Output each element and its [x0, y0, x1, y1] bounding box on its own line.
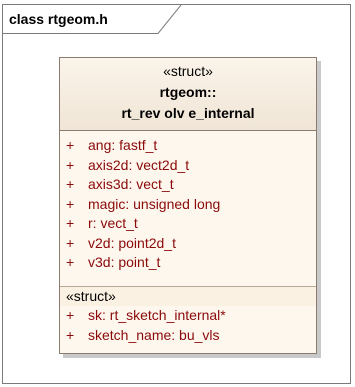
class-namespace: rtgeom:: — [159, 84, 217, 100]
attribute-text: v3d: point_t — [88, 254, 161, 270]
attribute-text: r: vect_t — [88, 215, 138, 231]
visibility-marker: + — [66, 307, 75, 323]
attribute-row: + r: vect_t — [60, 214, 316, 234]
attribute-row: + ang: fastf_t — [60, 136, 316, 156]
visibility-marker: + — [66, 215, 75, 231]
attribute-row: + axis2d: vect2d_t — [60, 156, 316, 176]
frame-title: class rtgeom.h — [9, 11, 108, 27]
visibility-marker: + — [66, 234, 75, 251]
attribute-text: axis2d: vect2d_t — [88, 156, 190, 173]
visibility-marker: + — [66, 176, 75, 192]
attribute-row: + sk: rt_sketch_internal* — [60, 306, 316, 326]
attribute-text: sketch_name: bu_vls — [88, 326, 220, 343]
attribute-row: + axis3d: vect_t — [60, 175, 316, 195]
class-stereotype: «struct» — [163, 63, 213, 79]
class-box[interactable]: «struct» rtgeom:: rt_rev olv e_internal … — [59, 57, 317, 354]
class-name: rt_rev olv e_internal — [121, 105, 255, 121]
attribute-text: v2d: point2d_t — [88, 234, 176, 251]
visibility-marker: + — [66, 254, 75, 270]
attribute-row: + sketch_name: bu_vls — [60, 326, 316, 346]
attribute-text: axis3d: vect_t — [88, 176, 174, 192]
visibility-marker: + — [66, 195, 75, 212]
attribute-text: magic: unsigned long — [88, 195, 221, 212]
visibility-marker: + — [66, 156, 75, 173]
attribute-text: sk: rt_sketch_internal* — [88, 307, 226, 323]
class-header: «struct» rtgeom:: rt_rev olv e_internal — [60, 58, 316, 131]
attribute-text: ang: fastf_t — [88, 137, 158, 153]
struct-section-label: «struct» — [60, 286, 316, 306]
attribute-row: + v3d: point_t — [60, 253, 316, 273]
visibility-marker: + — [66, 326, 75, 343]
attribute-list: + ang: fastf_t + axis2d: vect2d_t + axis3d:… — [60, 136, 316, 273]
visibility-marker: + — [66, 137, 75, 153]
struct-attribute-list: + sk: rt_sketch_internal* + sketch_name: b… — [60, 306, 316, 345]
attribute-row: + magic: unsigned long — [60, 195, 316, 215]
attribute-row: + v2d: point2d_t — [60, 234, 316, 254]
